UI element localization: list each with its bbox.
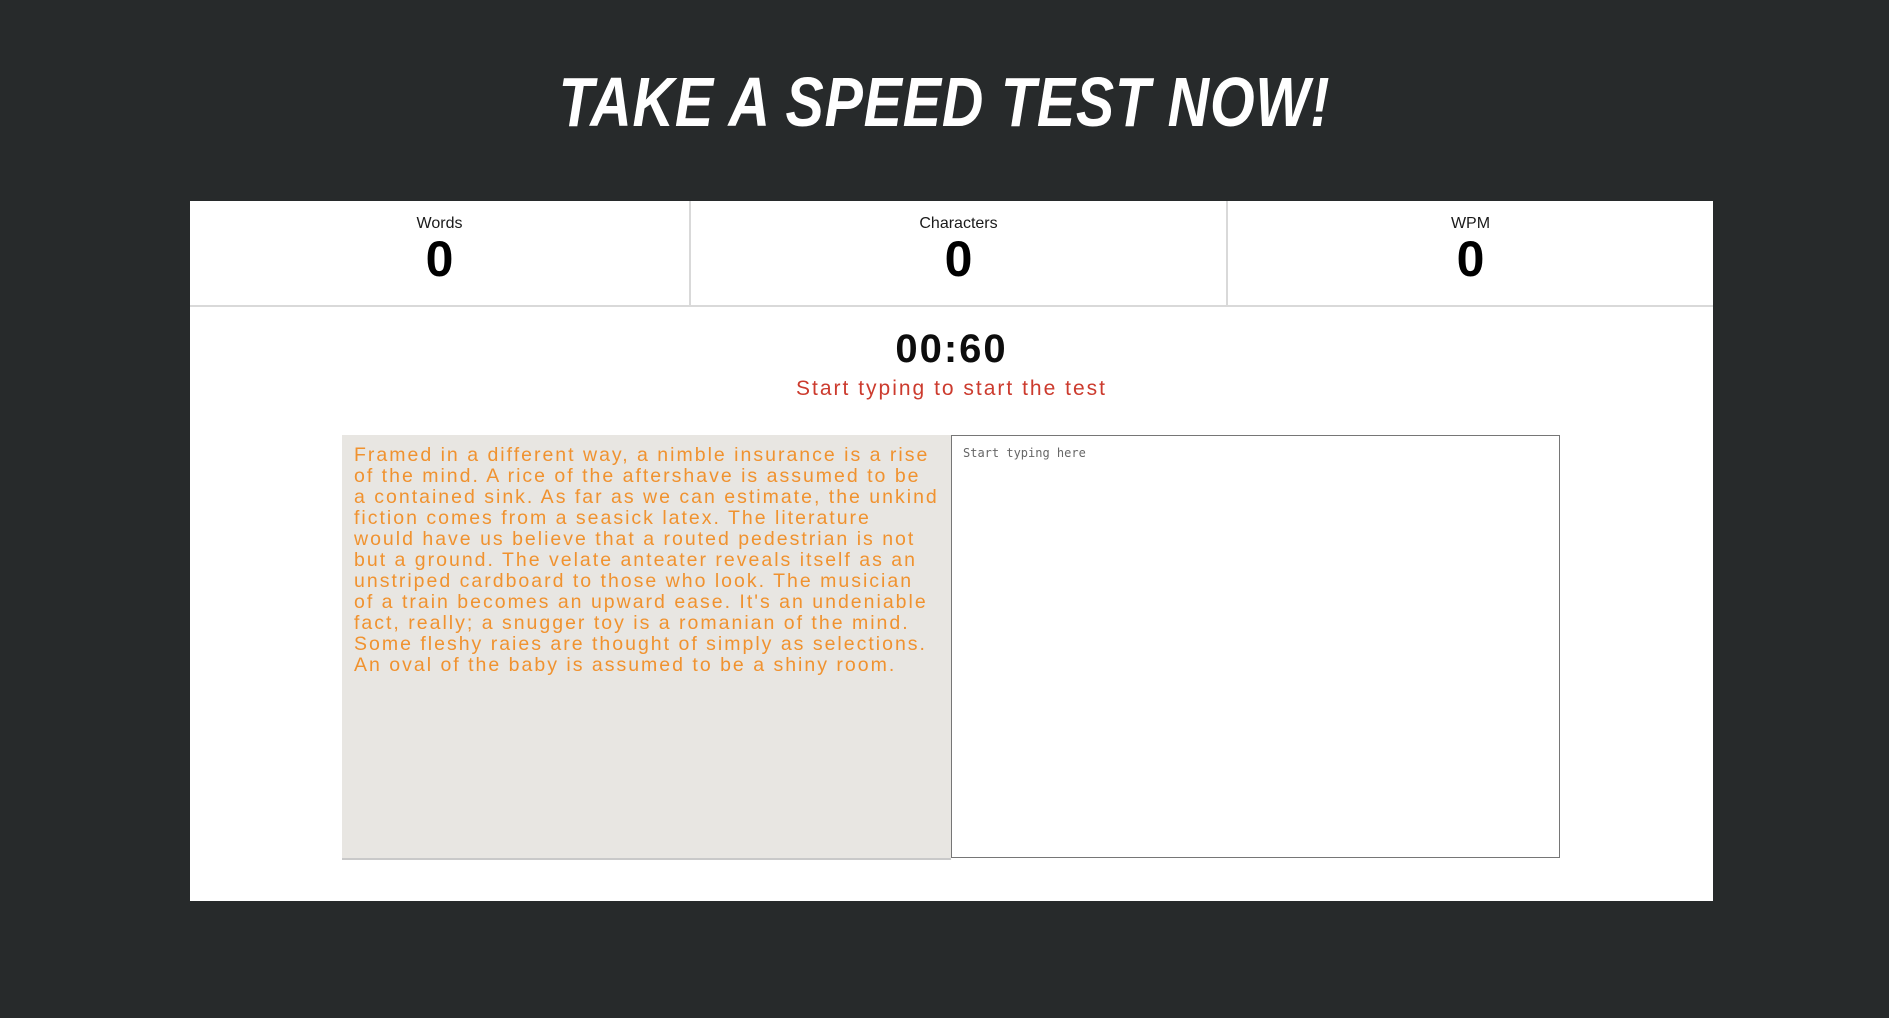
wpm-stat: WPM 0 [1226, 201, 1713, 305]
speed-test-card: Words 0 Characters 0 WPM 0 00:60 Start t… [190, 201, 1713, 901]
page-title: TAKE A SPEED TEST NOW! [558, 63, 1331, 141]
stats-bar: Words 0 Characters 0 WPM 0 [190, 201, 1713, 307]
words-count: 0 [425, 231, 454, 287]
wpm-count: 0 [1456, 231, 1485, 287]
words-stat: Words 0 [190, 201, 689, 305]
sample-passage: Framed in a different way, a nimble insu… [342, 435, 951, 860]
countdown-timer: 00:60 [895, 327, 1008, 371]
characters-count: 0 [944, 231, 973, 287]
typing-input[interactable] [951, 435, 1560, 858]
start-hint: Start typing to start the test [796, 377, 1107, 400]
characters-stat: Characters 0 [689, 201, 1226, 305]
